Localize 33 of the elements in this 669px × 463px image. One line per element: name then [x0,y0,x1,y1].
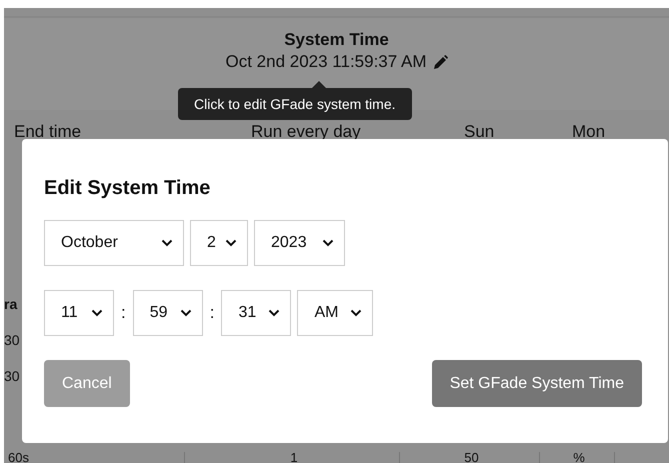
pencil-icon[interactable] [432,54,448,70]
dropdown[interactable]: 2023 [254,220,345,266]
chevron-down-icon [180,309,192,317]
section-title: System Time [284,30,389,50]
table-cell: 1 [185,452,400,463]
chevron-down-icon [322,239,334,247]
table-cell: 30 [4,332,20,348]
tooltip: Click to edit GFade system time. [178,88,412,120]
column-header: Sun [464,122,496,142]
table-cell: 60s [4,452,185,463]
chevron-down-icon [225,239,237,247]
chevron-down-icon [91,309,103,317]
table-cell: 50 [400,452,540,463]
time-separator: : [208,303,216,323]
chevron-down-icon [161,239,173,247]
column-header: Run every day [250,122,362,142]
chevron-down-icon [350,309,362,317]
table-cell: 30 [4,368,20,384]
time-separator: : [120,303,127,323]
table-cell: % [540,452,615,463]
row-heading: ra [4,296,18,312]
submit-button[interactable]: Set GFade System Time [432,360,642,407]
dropdown[interactable]: 11 [44,290,114,336]
dropdown[interactable]: October [44,220,184,266]
chevron-down-icon [268,309,280,317]
dialog-title: Edit System Time [44,177,212,200]
dropdown[interactable]: AM [297,290,374,336]
dropdown[interactable]: 31 [221,290,292,336]
dropdown[interactable]: 2 [190,220,248,266]
dropdown[interactable]: 59 [132,290,203,336]
column-header: Mon [572,122,606,142]
column-header: End time [14,122,82,142]
system-datetime: Oct 2nd 2023 11:59:37 AM [226,52,426,72]
